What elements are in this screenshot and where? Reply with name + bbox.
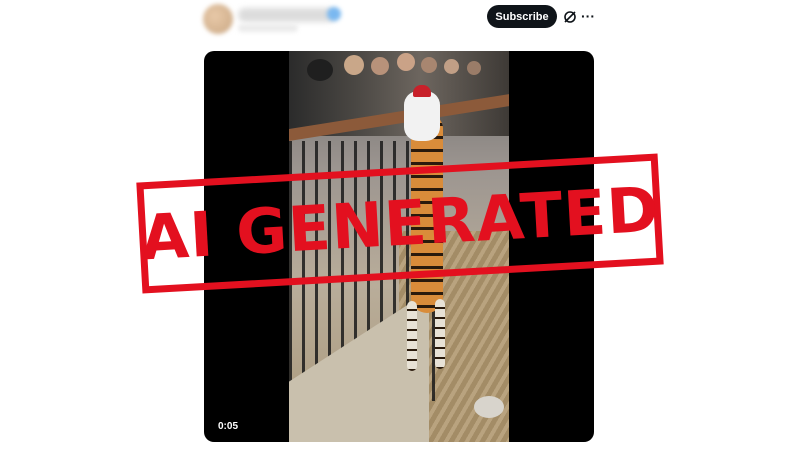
rock (474, 396, 504, 418)
video-timestamp: 0:05 (218, 421, 239, 432)
stamp-text: AI GENERATED (138, 172, 662, 275)
tiger-leg (435, 299, 445, 369)
author-handle-redacted (238, 24, 298, 32)
child (404, 91, 440, 141)
avatar[interactable] (203, 4, 233, 34)
child-hat (413, 85, 431, 97)
grok-icon[interactable] (562, 9, 578, 25)
more-icon[interactable]: ··· (580, 5, 596, 27)
author-name-redacted[interactable] (238, 8, 336, 22)
subscribe-button[interactable]: Subscribe (487, 5, 557, 28)
verified-badge-icon (327, 7, 341, 21)
tiger-leg (407, 301, 417, 371)
